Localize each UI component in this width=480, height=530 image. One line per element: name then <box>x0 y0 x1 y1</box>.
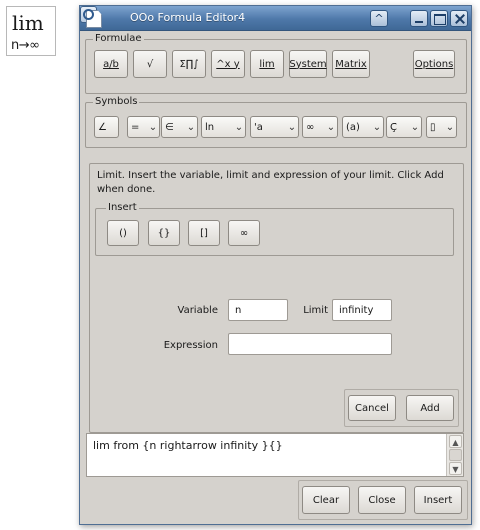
dropdown-symbol: (a) <box>346 121 360 133</box>
clear-button[interactable]: Clear <box>302 486 350 514</box>
scrollbar[interactable]: ▲ ▼ <box>446 434 463 476</box>
expression-label: Expression <box>163 340 218 351</box>
insert-braces-button[interactable]: {} <box>148 220 180 246</box>
scroll-up-icon[interactable]: ▲ <box>449 435 462 448</box>
chevron-down-icon: ⌄ <box>186 121 196 133</box>
close-label: Close <box>368 494 396 506</box>
dropdown-symbol: ∞ <box>306 121 315 133</box>
expression-input[interactable] <box>228 333 392 355</box>
close-window-button[interactable] <box>450 10 468 27</box>
formulae-group-title: Formulae <box>93 33 144 45</box>
insert-brackets-button[interactable]: [] <box>188 220 220 246</box>
scroll-thumb[interactable] <box>449 449 462 461</box>
add-label: Add <box>420 402 440 414</box>
sum-product-integral-button[interactable]: Σ∏∫ <box>172 50 206 78</box>
limit-button[interactable]: lim <box>250 50 284 78</box>
braces-label: {} <box>157 227 171 239</box>
root-button[interactable]: √ <box>133 50 167 78</box>
dropdown-symbol: = <box>131 121 140 133</box>
formula-preview: lim n→∞ <box>6 6 56 56</box>
symbols-group-title: Symbols <box>93 96 140 108</box>
system-label: System <box>289 58 327 70</box>
preview-subscript: n→∞ <box>11 38 40 53</box>
maximize-button[interactable] <box>430 10 448 27</box>
scroll-down-icon[interactable]: ▼ <box>449 462 462 475</box>
cancel-label: Cancel <box>355 402 389 414</box>
titlebar[interactable]: OOo Formula Editor4 ^ <box>80 6 471 31</box>
symbol-dropdown-sets[interactable]: ∈ ⌄ <box>161 116 198 138</box>
limit-input[interactable] <box>332 299 392 321</box>
chevron-down-icon: ⌄ <box>326 121 336 133</box>
dropdown-symbol: ln <box>205 121 215 133</box>
formula-text: lim from {n rightarrow infinity }{} <box>93 439 283 452</box>
options-label: Options <box>414 58 454 70</box>
variable-input[interactable] <box>228 299 288 321</box>
parentheses-label: () <box>119 227 127 239</box>
minimize-button[interactable] <box>410 10 428 27</box>
dropdown-symbol: ∠ <box>98 121 107 133</box>
power-label: ^x y <box>216 58 240 70</box>
insert-button[interactable]: Insert <box>414 486 462 514</box>
limit-description: Limit. Insert the variable, limit and ex… <box>97 170 444 195</box>
system-button[interactable]: System <box>289 50 327 78</box>
window-title: OOo Formula Editor4 <box>130 11 246 24</box>
limit-label: lim <box>259 58 275 70</box>
fraction-button[interactable]: a/b <box>94 50 128 78</box>
insert-parentheses-button[interactable]: () <box>107 220 139 246</box>
root-label: √ <box>146 58 154 70</box>
infinity-label: ∞ <box>239 227 249 239</box>
formula-editor-window: OOo Formula Editor4 ^ Formulae a/b √ Σ∏∫… <box>79 5 472 525</box>
dropdown-symbol: ∈ <box>165 121 174 133</box>
add-button[interactable]: Add <box>406 395 454 421</box>
chevron-down-icon: ⌄ <box>287 121 297 133</box>
cancel-button[interactable]: Cancel <box>348 395 396 421</box>
symbol-dropdown-attributes[interactable]: 'a ⌄ <box>250 116 299 138</box>
symbol-dropdown-greek[interactable]: ▯ ⌄ <box>426 116 457 138</box>
symbol-dropdown-relations[interactable]: ∠ <box>94 116 119 138</box>
power-button[interactable]: ^x y <box>211 50 245 78</box>
matrix-button[interactable]: Matrix <box>332 50 370 78</box>
sum-label: Σ∏∫ <box>179 58 199 70</box>
clear-label: Clear <box>312 494 340 506</box>
symbol-dropdown-operators[interactable]: = ⌄ <box>127 116 160 138</box>
symbol-dropdown-others[interactable]: ∞ ⌄ <box>302 116 338 138</box>
brackets-label: [] <box>200 227 208 239</box>
chevron-down-icon: ⌄ <box>372 121 382 133</box>
options-button[interactable]: Options <box>413 50 455 78</box>
chevron-down-icon: ⌄ <box>234 121 244 133</box>
fraction-label: a/b <box>103 58 119 70</box>
dropdown-symbol: 'a <box>254 121 263 133</box>
chevron-down-icon: ⌄ <box>148 121 158 133</box>
insert-label: Insert <box>423 494 453 506</box>
dropdown-symbol: ▯ <box>430 121 436 133</box>
shade-up-icon[interactable]: ^ <box>370 10 388 27</box>
chevron-down-icon: ⌄ <box>445 121 455 133</box>
matrix-label: Matrix <box>335 58 367 70</box>
chevron-down-icon: ⌄ <box>410 121 420 133</box>
variable-label: Variable <box>177 305 219 316</box>
symbol-dropdown-functions[interactable]: ln ⌄ <box>201 116 246 138</box>
dropdown-symbol: Ç̃ <box>390 121 397 133</box>
insert-infinity-button[interactable]: ∞ <box>228 220 260 246</box>
insert-group-title: Insert <box>106 202 139 214</box>
close-button[interactable]: Close <box>358 486 406 514</box>
symbol-dropdown-formats[interactable]: Ç̃ ⌄ <box>386 116 422 138</box>
symbol-dropdown-brackets[interactable]: (a) ⌄ <box>342 116 384 138</box>
preview-lim: lim <box>12 11 44 35</box>
limit-field-label: Limit <box>303 305 328 316</box>
formula-text-area[interactable]: lim from {n rightarrow infinity }{} ▲ ▼ <box>86 433 464 477</box>
